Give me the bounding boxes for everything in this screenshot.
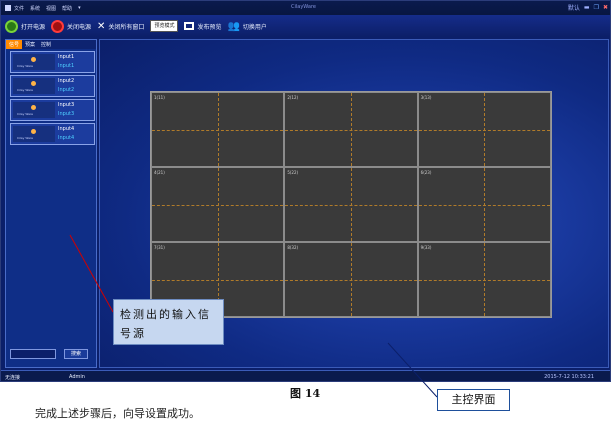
signal-source-item[interactable]: Cilay Ware Input3 Input3 (10, 99, 95, 121)
maximize-icon[interactable]: ❐ (594, 4, 599, 11)
mode-select[interactable]: 预览模式 (150, 20, 179, 32)
wall-cell[interactable]: 6(23) (417, 167, 551, 242)
signal-source-panel: 信号 预案 控制 Cilay Ware Input1 Input1 Cilay … (5, 39, 97, 368)
main-interface-callout: 主控界面 (437, 389, 510, 411)
logo-icon (31, 129, 36, 134)
source-name: Input3 (58, 102, 75, 108)
body-paragraph: 完成上述步骤后，向导设置成功。 (35, 407, 200, 420)
source-thumbnail: Cilay Ware (13, 102, 55, 118)
figure-caption: 图 14 (290, 387, 321, 400)
search-button[interactable]: 搜索 (64, 349, 89, 359)
logo-icon (31, 105, 36, 110)
wall-cell[interactable]: 4(21) (151, 167, 285, 242)
source-name: Input2 (58, 78, 75, 84)
power-off-button[interactable]: 关闭电源 (51, 19, 92, 33)
logo-icon (31, 81, 36, 86)
source-subtitle: Input3 (58, 111, 75, 117)
switch-user-label: 切换用户 (242, 23, 267, 31)
source-subtitle: Input4 (58, 135, 75, 141)
window-icon (184, 22, 195, 30)
close-all-windows-button[interactable]: ✕ 关闭所有窗口 (97, 21, 144, 32)
wall-cell[interactable]: 2(12) (284, 92, 418, 167)
signal-source-item[interactable]: Cilay Ware Input1 Input1 (10, 51, 95, 73)
main-control-window: 文件 系统 视图 帮助 ▾ CilayWare 默认 ▬ ❐ ✖ 打开电源 关闭… (0, 0, 611, 382)
window-title: CilayWare (291, 4, 317, 10)
source-name: Input1 (58, 54, 75, 60)
source-name: Input4 (58, 126, 75, 132)
search-input[interactable] (10, 349, 56, 359)
thumbnail-caption: Cilay Ware (17, 112, 33, 116)
tab-signal[interactable]: 信号 (6, 40, 23, 49)
menu-system[interactable]: 系统 (30, 5, 40, 12)
skin-button[interactable]: 默认 (568, 3, 580, 12)
thumbnail-caption: Cilay Ware (17, 64, 33, 68)
publish-preview-label: 发布预览 (197, 23, 222, 31)
close-icon[interactable]: ✖ (603, 4, 608, 11)
menu-more-icon[interactable]: ▾ (78, 5, 81, 12)
menu-bar: 文件 系统 视图 帮助 ▾ (14, 5, 81, 12)
sidebar-tabs: 信号 预案 控制 (6, 40, 96, 49)
cell-label: 9(33) (420, 245, 432, 250)
cell-label: 2(12) (287, 95, 299, 100)
publish-preview-button[interactable]: 发布预览 (184, 22, 221, 31)
logo-icon (31, 57, 36, 62)
menu-file[interactable]: 文件 (14, 5, 24, 12)
thumbnail-caption: Cilay Ware (17, 136, 33, 140)
wall-cell[interactable]: 1(11) (151, 92, 285, 167)
close-x-icon: ✕ (97, 20, 106, 32)
tab-plan[interactable]: 预案 (22, 40, 38, 49)
cell-label: 8(32) (287, 245, 299, 250)
cell-label: 6(23) (420, 170, 432, 175)
users-icon: 👥 (227, 20, 240, 32)
current-user: Admin (69, 374, 85, 380)
source-subtitle: Input1 (58, 63, 75, 69)
power-on-button[interactable]: 打开电源 (5, 19, 46, 33)
power-on-icon (5, 19, 18, 33)
power-off-icon (51, 19, 65, 33)
wall-cell[interactable]: 8(32) (284, 242, 418, 317)
status-datetime: 2015-7-12 10:33:21 (544, 374, 594, 380)
status-bar: 无连接 Admin 2015-7-12 10:33:21 (1, 370, 610, 381)
wall-cell[interactable]: 9(33) (417, 242, 551, 317)
source-subtitle: Input2 (58, 87, 75, 93)
power-on-label: 打开电源 (21, 23, 46, 31)
minimize-icon[interactable]: ▬ (584, 4, 590, 11)
source-thumbnail: Cilay Ware (13, 78, 55, 94)
tab-control[interactable]: 控制 (38, 40, 54, 49)
window-controls: 默认 ▬ ❐ ✖ (568, 3, 608, 12)
signal-source-item[interactable]: Cilay Ware Input2 Input2 (10, 75, 95, 97)
title-bar: 文件 系统 视图 帮助 ▾ CilayWare 默认 ▬ ❐ ✖ (1, 1, 610, 15)
cell-label: 1(11) (154, 95, 165, 100)
signal-source-item[interactable]: Cilay Ware Input4 Input4 (10, 123, 95, 145)
wall-cell[interactable]: 5(22) (284, 167, 418, 242)
sidebar-search-row: 搜索 (10, 349, 89, 359)
app-grid-icon[interactable] (5, 5, 11, 11)
source-thumbnail: Cilay Ware (13, 126, 55, 142)
detected-sources-callout: 检测出的输入信号源 (113, 299, 224, 345)
menu-help[interactable]: 帮助 (62, 5, 72, 12)
video-wall-grid: 1(11) 2(12) 3(13) 4(21) 5(22) 6(23) 7(31… (150, 91, 552, 318)
connection-status: 无连接 (5, 375, 21, 381)
close-all-label: 关闭所有窗口 (108, 23, 145, 31)
toolbar: 打开电源 关闭电源 ✕ 关闭所有窗口 预览模式 发布预览 👥 切换用户 (1, 15, 610, 37)
menu-view[interactable]: 视图 (46, 5, 56, 12)
wall-cell[interactable]: 3(13) (417, 92, 551, 167)
source-thumbnail: Cilay Ware (13, 54, 55, 70)
cell-label: 3(13) (420, 95, 432, 100)
switch-user-button[interactable]: 👥 切换用户 (227, 21, 266, 32)
cell-label: 5(22) (287, 170, 299, 175)
power-off-label: 关闭电源 (67, 23, 92, 31)
cell-label: 4(21) (154, 170, 165, 175)
thumbnail-caption: Cilay Ware (17, 88, 33, 92)
cell-label: 7(31) (154, 245, 165, 250)
